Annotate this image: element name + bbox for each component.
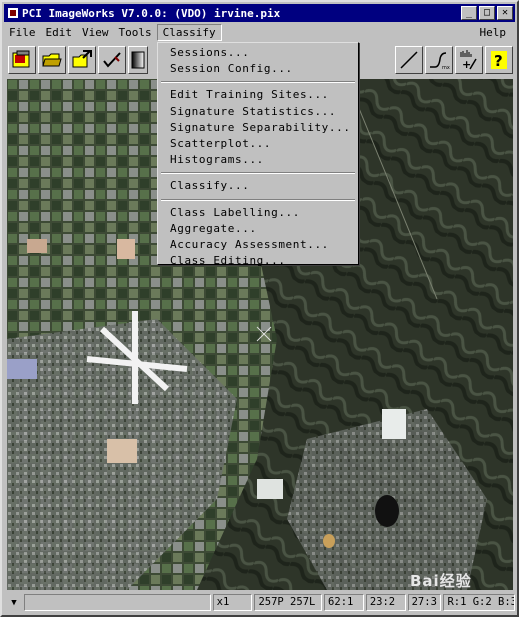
- menu-classify[interactable]: Classify: [156, 24, 222, 41]
- line-button[interactable]: [395, 46, 423, 74]
- watermark-logo: Bai经验: [410, 572, 472, 590]
- status-channel-3: 27:3: [407, 594, 442, 611]
- export-button[interactable]: [68, 46, 96, 74]
- help-button[interactable]: ?: [485, 46, 513, 74]
- menu-tools[interactable]: Tools: [114, 24, 157, 41]
- histogram-button[interactable]: +: [455, 46, 483, 74]
- menu-separator: [161, 198, 355, 201]
- open-image-icon: [12, 50, 30, 68]
- curve-icon: mx: [430, 52, 450, 71]
- status-zoom: x1: [212, 594, 253, 611]
- triangle-down-icon: ▼: [11, 597, 17, 608]
- svg-text:+: +: [462, 58, 471, 71]
- maximize-icon: □: [483, 7, 491, 18]
- app-window: PCI ImageWorks V7.0.0: (VDO) irvine.pix …: [0, 0, 519, 617]
- minimize-icon: _: [465, 7, 473, 18]
- check-pen-icon: [103, 52, 121, 68]
- close-button[interactable]: ✕: [497, 6, 513, 20]
- menuitem-aggregate[interactable]: Aggregate...: [158, 221, 358, 237]
- menu-bar: File Edit View Tools Classify Help: [4, 23, 515, 42]
- status-channel-2: 23:2: [365, 594, 406, 611]
- status-rgb-mapping: R:1 G:2 B:3: [443, 594, 515, 611]
- menuitem-edit-training-sites[interactable]: Edit Training Sites...: [158, 87, 358, 103]
- histogram-icon: +: [460, 50, 477, 71]
- status-bar: ▼ x1 257P 257L 62:1 23:2 27:3 R:1 G:2 B:…: [4, 593, 515, 612]
- open-folder-button[interactable]: [38, 46, 66, 74]
- menuitem-accuracy-assessment[interactable]: Accuracy Assessment...: [158, 237, 358, 253]
- menuitem-class-labelling[interactable]: Class Labelling...: [158, 205, 358, 221]
- menuitem-signature-separability[interactable]: Signature Separability...: [158, 120, 358, 136]
- title-bar[interactable]: PCI ImageWorks V7.0.0: (VDO) irvine.pix …: [4, 4, 515, 22]
- menu-edit[interactable]: Edit: [41, 24, 78, 41]
- menuitem-signature-statistics[interactable]: Signature Statistics...: [158, 104, 358, 120]
- menu-file[interactable]: File: [4, 24, 41, 41]
- minimize-button[interactable]: _: [461, 6, 477, 20]
- menu-separator: [161, 172, 355, 175]
- close-icon: ✕: [501, 7, 509, 18]
- gradient-icon: [131, 51, 145, 69]
- curve-button[interactable]: mx: [425, 46, 453, 74]
- svg-text:?: ?: [494, 52, 503, 70]
- menuitem-scatterplot[interactable]: Scatterplot...: [158, 136, 358, 152]
- svg-text:mx: mx: [442, 65, 450, 71]
- status-channel-1: 62:1: [324, 594, 364, 611]
- gradient-button[interactable]: [128, 46, 148, 74]
- menu-help[interactable]: Help: [475, 24, 512, 41]
- help-icon: ?: [491, 51, 507, 70]
- status-message: [23, 594, 211, 611]
- maximize-button[interactable]: □: [479, 6, 495, 20]
- app-icon: [8, 8, 18, 18]
- menuitem-classify[interactable]: Classify...: [158, 178, 358, 194]
- classify-dropdown-menu: Sessions... Session Config... Edit Train…: [157, 42, 359, 267]
- check-pen-button[interactable]: [98, 46, 126, 74]
- window-title: PCI ImageWorks V7.0.0: (VDO) irvine.pix: [22, 6, 281, 20]
- line-icon: [400, 51, 418, 69]
- open-folder-icon: [42, 53, 62, 67]
- menuitem-sessions[interactable]: Sessions...: [158, 45, 358, 61]
- open-image-button[interactable]: [8, 46, 36, 74]
- export-icon: [72, 50, 92, 68]
- menuitem-class-editing[interactable]: Class Editing...: [158, 253, 358, 269]
- menuitem-session-config[interactable]: Session Config...: [158, 61, 358, 77]
- menu-separator: [161, 81, 355, 84]
- status-dropdown-arrow[interactable]: ▼: [6, 595, 22, 611]
- menu-view[interactable]: View: [77, 24, 114, 41]
- menuitem-histograms[interactable]: Histograms...: [158, 152, 358, 168]
- status-position: 257P 257L: [254, 594, 323, 611]
